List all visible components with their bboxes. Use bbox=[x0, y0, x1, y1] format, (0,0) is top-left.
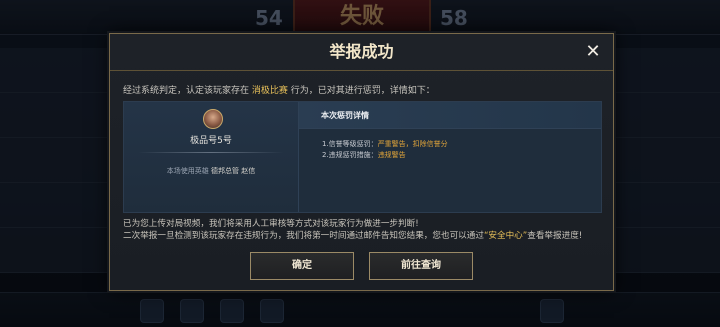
violation-type: 消极比赛 bbox=[251, 86, 288, 96]
hero-used: 本场使用英雄 德邦总管 赵信 bbox=[124, 166, 298, 176]
penalty-line-1: 1.信誉等级惩罚：严重警告，扣除信誉分 bbox=[322, 139, 448, 149]
dialog-title: 举报成功 bbox=[329, 42, 394, 61]
notice-text: 已为您上传对局视频，我们将采用人工审核等方式对该玩家行为做进一步判断! 二次举报… bbox=[123, 219, 605, 243]
go-query-button[interactable]: 前往查询 bbox=[369, 252, 473, 280]
penalty-value-2: 违规警告 bbox=[377, 151, 406, 159]
penalty-details: 本次惩罚详情 1.信誉等级惩罚：严重警告，扣除信誉分 2.违规惩罚措施：违规警告 bbox=[299, 102, 601, 212]
intro-prefix: 经过系统判定，认定该玩家存在 bbox=[123, 86, 250, 96]
security-center-link[interactable]: “安全中心” bbox=[484, 231, 527, 241]
penalty-value-1: 严重警告，扣除信誉分 bbox=[377, 140, 448, 148]
divider bbox=[138, 152, 284, 153]
notice-line-2: 二次举报一旦检测到该玩家存在违规行为，我们将第一时间通过邮件告知您结果，您也可以… bbox=[123, 231, 605, 243]
report-detail-panel: 极品号5号 本场使用英雄 德邦总管 赵信 本次惩罚详情 1.信誉等级惩罚：严重警… bbox=[123, 101, 602, 213]
hero-name: 德邦总管 赵信 bbox=[211, 167, 256, 175]
notice-line-2-prefix: 二次举报一旦检测到该玩家存在违规行为，我们将第一时间通过邮件告知您结果，您也可以… bbox=[123, 230, 484, 241]
report-success-dialog: 举报成功 ✕ 经过系统判定，认定该玩家存在 消极比赛 行为，已对其进行惩罚，详情… bbox=[109, 33, 614, 291]
player-card: 极品号5号 本场使用英雄 德邦总管 赵信 bbox=[124, 102, 299, 212]
penalty-title: 本次惩罚详情 bbox=[321, 111, 369, 120]
penalty-label-2: 2.违规惩罚措施： bbox=[322, 151, 378, 159]
penalty-label-1: 1.信誉等级惩罚： bbox=[322, 140, 378, 148]
hero-label: 本场使用英雄 bbox=[166, 167, 209, 175]
notice-line-2-suffix: 查看举报进度! bbox=[527, 230, 583, 241]
dialog-header: 举报成功 ✕ bbox=[110, 34, 613, 71]
intro-suffix: 行为，已对其进行惩罚，详情如下： bbox=[290, 86, 435, 96]
penalty-title-bar: 本次惩罚详情 bbox=[299, 102, 601, 129]
close-icon[interactable]: ✕ bbox=[583, 42, 603, 62]
confirm-button[interactable]: 确定 bbox=[250, 252, 354, 280]
player-name: 极品号5号 bbox=[190, 136, 232, 146]
avatar bbox=[203, 109, 223, 129]
judgement-text: 经过系统判定，认定该玩家存在 消极比赛 行为，已对其进行惩罚，详情如下： bbox=[123, 83, 603, 96]
notice-line-1: 已为您上传对局视频，我们将采用人工审核等方式对该玩家行为做进一步判断! bbox=[123, 219, 419, 229]
penalty-line-2: 2.违规惩罚措施：违规警告 bbox=[322, 150, 406, 160]
